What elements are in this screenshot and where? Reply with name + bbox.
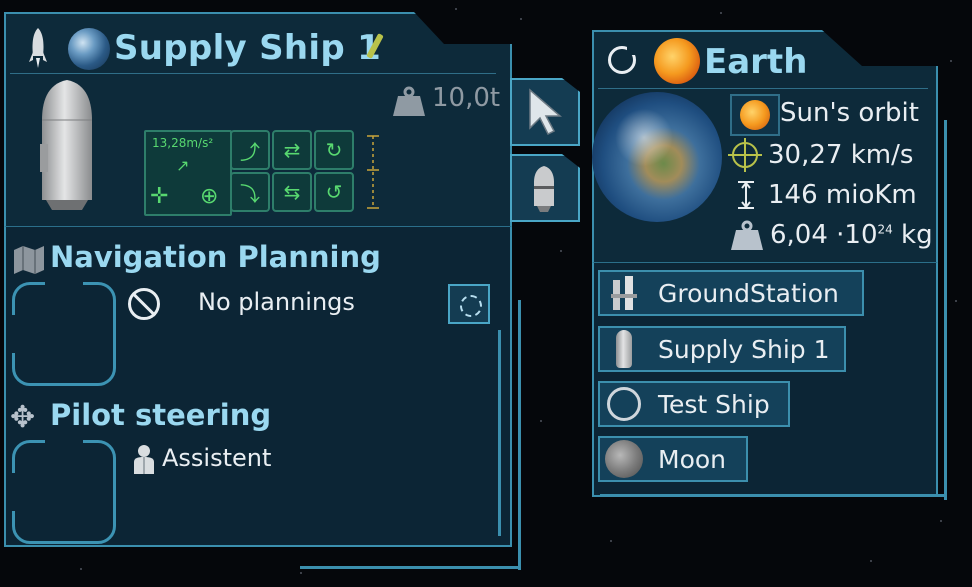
pilot-slot[interactable] <box>11 439 116 544</box>
pilot-mode: Assistent <box>162 444 272 472</box>
focus-target-button[interactable] <box>448 284 490 324</box>
sun-icon <box>654 38 700 84</box>
ground-station-icon <box>604 273 644 313</box>
pilot-steering-title: Pilot steering <box>50 398 272 432</box>
cursor-icon <box>529 88 563 136</box>
distance-icon <box>738 181 754 209</box>
refresh-orbit-icon[interactable] <box>608 45 637 74</box>
reverse-strafe-button[interactable]: ⇆ <box>272 172 312 212</box>
panel-edge-decoration <box>300 566 520 569</box>
sun-icon <box>740 100 770 130</box>
object-label: Test Ship <box>658 389 770 419</box>
pilot-icon <box>134 445 154 474</box>
mass-unit: kg <box>892 220 933 250</box>
weight-icon <box>393 86 425 116</box>
object-button-groundstation[interactable]: GroundStation <box>598 270 864 316</box>
ship-title: Supply Ship 1 <box>114 28 382 68</box>
rocket-icon <box>29 28 47 68</box>
velocity-value: 30,27 km/s <box>768 140 914 170</box>
panel-edge-decoration <box>944 120 947 500</box>
distance-value: 146 mioKm <box>768 180 917 210</box>
ship-image <box>40 80 92 210</box>
rotate-cw-button[interactable]: ↻ <box>314 130 354 170</box>
object-button-supply-ship[interactable]: Supply Ship 1 <box>598 326 846 372</box>
mass-exponent: 24 <box>877 222 893 237</box>
focus-icon <box>460 295 482 317</box>
ship-weight: 10,0t <box>432 83 501 113</box>
title-divider <box>10 73 496 74</box>
object-label: Moon <box>658 444 727 474</box>
body-title: Earth <box>704 42 808 82</box>
thrust-arrow-icon: ↗ <box>176 156 190 175</box>
panel-edge-decoration <box>498 330 501 536</box>
select-cursor-button[interactable] <box>510 78 580 146</box>
steering-icon: ✥ <box>10 400 36 435</box>
navigation-status: No plannings <box>198 288 355 316</box>
rotate-ccw-button[interactable]: ↺ <box>314 172 354 212</box>
acceleration-display: 13,28m/s² ↗ ✛ ⊕ <box>144 130 232 216</box>
moon-icon <box>604 439 644 479</box>
strafe-button[interactable]: ⇄ <box>272 130 312 170</box>
velocity-icon <box>728 138 762 172</box>
title-divider <box>598 88 928 89</box>
retrograde-up-button[interactable]: ⤵ <box>230 172 270 212</box>
ship-view-button[interactable] <box>510 154 580 222</box>
earth-icon <box>68 28 110 70</box>
earth-image <box>592 92 722 222</box>
mass-icon <box>731 220 763 250</box>
object-button-test-ship[interactable]: Test Ship <box>598 381 790 427</box>
object-label: GroundStation <box>658 278 839 308</box>
object-button-moon[interactable]: Moon <box>598 436 748 482</box>
parent-body-button[interactable] <box>730 94 780 136</box>
object-label: Supply Ship 1 <box>658 334 830 364</box>
ring-station-icon <box>604 384 644 424</box>
vertical-thrust-indicator <box>367 135 379 209</box>
panel-edge-decoration <box>518 300 521 570</box>
orbit-label: Sun's orbit <box>780 98 919 128</box>
mass-base: 6,04 ·10 <box>770 220 878 250</box>
ship-icon <box>604 329 644 369</box>
forbidden-icon <box>128 288 160 320</box>
mass-value: 6,04 ·1024 kg <box>770 220 933 250</box>
map-icon <box>14 246 44 274</box>
target-icon: ⊕ <box>200 184 219 209</box>
maneuver-controls: ⤴ ⇄ ↻ ⤵ ⇆ ↺ <box>230 130 354 212</box>
navigation-title: Navigation Planning <box>50 240 381 274</box>
navigation-slot[interactable] <box>11 281 116 386</box>
acceleration-value: 13,28m/s² <box>152 136 214 150</box>
translate-icon: ✛ <box>150 184 169 209</box>
prograde-up-button[interactable]: ⤴ <box>230 130 270 170</box>
panel-edge-decoration <box>600 494 944 497</box>
ship-icon <box>534 166 554 212</box>
